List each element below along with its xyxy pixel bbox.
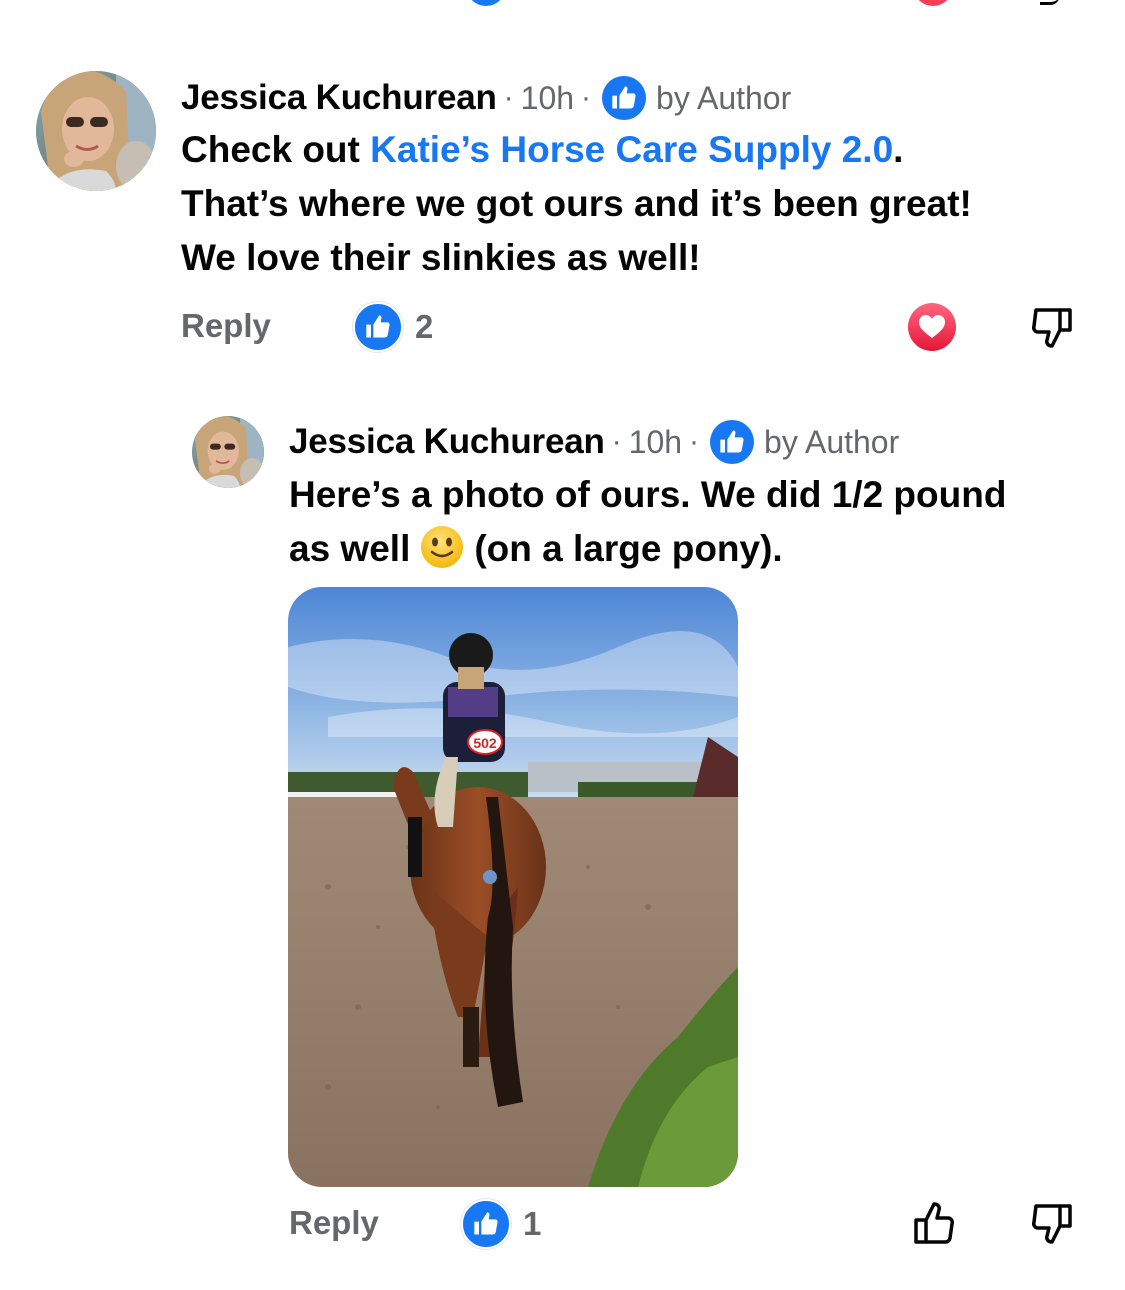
thumbs-down-icon[interactable] [1028, 1198, 1078, 1248]
heart-reaction-icon[interactable] [907, 302, 957, 352]
store-link[interactable]: Katie’s Horse Care Supply 2.0 [370, 129, 893, 170]
reply-like-count: 1 [523, 1205, 542, 1242]
reply-button[interactable]: Reply [181, 307, 271, 345]
reply-author-name[interactable]: Jessica Kuchurean [289, 422, 605, 462]
author-badge-label: by Author [656, 79, 792, 116]
thumbs-up-icon [353, 302, 403, 352]
comment-text-line2: That’s where we got ours and it’s been g… [181, 183, 972, 224]
separator-dot: · [689, 425, 700, 458]
separator-dot: · [581, 81, 592, 114]
reply-text-line2-start: as well [289, 528, 411, 569]
prev-dislike-icon [1040, 0, 1060, 5]
thumbs-up-icon [710, 420, 755, 464]
thumbs-up-icon [602, 76, 647, 120]
reply-text-line1: Here’s a photo of ours. We did 1/2 pound [289, 474, 1007, 515]
reply-avatar[interactable] [192, 416, 264, 488]
like-summary[interactable]: 2 [353, 302, 433, 352]
thumbs-up-icon [461, 1199, 511, 1249]
rider-number-text: 502 [473, 735, 497, 751]
author-name[interactable]: Jessica Kuchurean [181, 78, 497, 118]
thumbs-up-outline-icon[interactable] [908, 1198, 958, 1248]
reply-body: Here’s a photo of ours. We did 1/2 pound… [289, 468, 1006, 576]
slightly-smiling-face-emoji [421, 526, 464, 568]
comment-text-line3: We love their slinkies as well! [181, 237, 701, 278]
prev-heart-icon [913, 0, 953, 6]
attached-photo[interactable]: 502 [288, 587, 738, 1187]
reply-reply-button[interactable]: Reply [289, 1204, 379, 1242]
avatar[interactable] [36, 71, 156, 191]
prev-like-icon [466, 0, 506, 6]
comment-text-suffix: . [893, 129, 904, 170]
reply-time: 10h [628, 423, 683, 460]
comment-text-prefix: Check out [181, 129, 371, 170]
separator-dot: · [503, 81, 514, 114]
thumbs-down-icon[interactable] [1028, 302, 1078, 352]
comment-time: 10h [520, 79, 575, 116]
reply-text-line2-end: (on a large pony). [474, 528, 783, 569]
comment-body: Check out Katie’s Horse Care Supply 2.0.… [181, 123, 972, 285]
like-count: 2 [415, 308, 434, 345]
reply-like-summary[interactable]: 1 [461, 1199, 541, 1249]
reply-author-badge-label: by Author [764, 423, 900, 460]
separator-dot: · [611, 425, 622, 458]
